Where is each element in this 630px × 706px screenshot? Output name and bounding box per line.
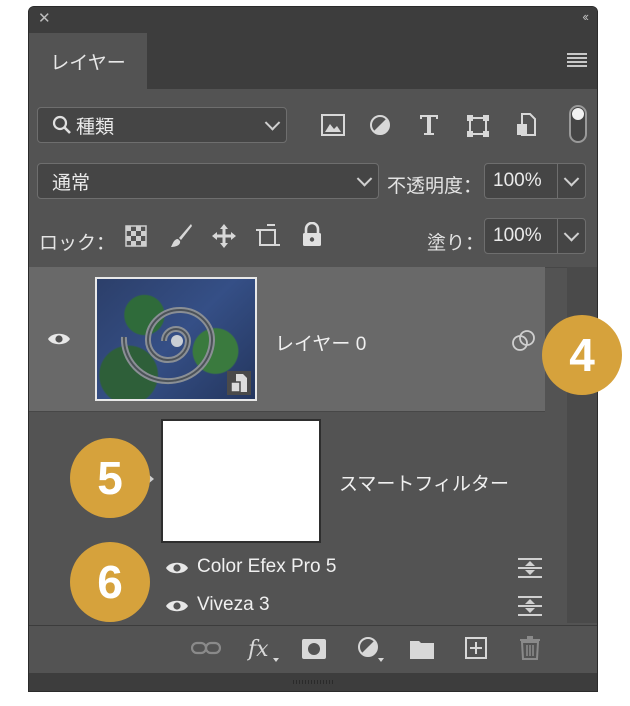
svg-text:fx: fx xyxy=(247,637,269,662)
fill-label: 塗り： xyxy=(427,233,485,254)
lock-transparent-pixels-icon[interactable] xyxy=(125,225,147,247)
smart-object-filter-icon[interactable] xyxy=(515,113,537,137)
opacity-field[interactable]: 100% xyxy=(484,163,586,199)
eye-visibility-icon[interactable] xyxy=(165,599,189,613)
new-adjustment-layer-icon[interactable] xyxy=(357,636,385,664)
blending-options-icon[interactable] xyxy=(517,595,543,617)
chevron-down-icon[interactable] xyxy=(563,226,580,242)
panel-menu-icon[interactable] xyxy=(567,53,587,67)
filter-type-select[interactable]: 種類 xyxy=(37,107,287,143)
callout-badge-5: 5 xyxy=(70,438,150,518)
smart-filter-label[interactable]: スマートフィルター xyxy=(339,469,509,496)
filter-item-name: Color Efex Pro 5 xyxy=(197,556,337,577)
close-icon[interactable]: ✕ xyxy=(38,9,51,27)
filter-item-name: Viveza 3 xyxy=(197,594,270,615)
divider xyxy=(29,411,545,412)
toggle-knob xyxy=(572,108,584,120)
panel-title-bar: ✕ ‹‹ xyxy=(29,7,597,29)
new-layer-icon[interactable] xyxy=(465,637,487,659)
lock-position-move-icon[interactable] xyxy=(211,223,237,249)
smart-filter-options-icon[interactable] xyxy=(511,330,537,352)
chevron-down-icon xyxy=(356,171,373,187)
layer-thumbnail[interactable] xyxy=(95,277,257,401)
shape-layer-filter-icon[interactable] xyxy=(466,114,490,138)
bottom-toolbar: fx xyxy=(29,625,597,674)
layer-name[interactable]: レイヤー 0 xyxy=(275,329,366,356)
smart-filter-mask-thumbnail[interactable] xyxy=(161,419,321,543)
fill-field[interactable]: 100% xyxy=(484,218,586,254)
resize-grip[interactable] xyxy=(29,673,597,691)
fill-dropdown-divider xyxy=(557,219,558,253)
tab-bar: レイヤー xyxy=(29,29,597,89)
add-mask-icon[interactable] xyxy=(301,638,327,660)
tab-layers[interactable]: レイヤー xyxy=(29,33,147,89)
blend-mode-select[interactable]: 通常 xyxy=(37,163,379,199)
lock-image-pixels-brush-icon[interactable] xyxy=(169,223,193,249)
lock-label: ロック： xyxy=(39,233,116,254)
fill-value: 100% xyxy=(493,225,542,246)
chevron-down-icon[interactable] xyxy=(563,171,580,187)
new-group-folder-icon[interactable] xyxy=(409,638,435,660)
layer-row-layer-0[interactable]: レイヤー 0 xyxy=(29,267,545,411)
smart-object-badge-icon xyxy=(227,371,251,395)
chevron-down-icon xyxy=(264,115,281,131)
type-layer-filter-icon[interactable] xyxy=(418,113,440,137)
eye-visibility-icon[interactable] xyxy=(47,332,71,346)
layer-style-fx-icon[interactable]: fx xyxy=(247,634,279,664)
blending-options-icon[interactable] xyxy=(517,557,543,579)
opacity-label: 不透明度： xyxy=(387,176,483,197)
lock-all-icon[interactable] xyxy=(301,222,323,248)
opacity-value: 100% xyxy=(493,170,542,191)
callout-badge-4: 4 xyxy=(542,315,622,395)
adjustment-layer-filter-icon[interactable] xyxy=(369,114,391,136)
filter-type-label: 種類 xyxy=(76,116,115,138)
filter-toggle-switch[interactable] xyxy=(569,105,587,143)
search-icon xyxy=(52,115,71,134)
collapse-icon[interactable]: ‹‹ xyxy=(582,9,589,24)
blend-mode-label: 通常 xyxy=(52,172,91,194)
eye-visibility-icon[interactable] xyxy=(165,561,189,575)
link-layers-icon[interactable] xyxy=(191,640,221,656)
lock-artboard-icon[interactable] xyxy=(255,223,281,249)
pixel-layer-filter-icon[interactable] xyxy=(321,114,345,136)
opacity-dropdown-divider xyxy=(557,164,558,198)
delete-layer-trash-icon[interactable] xyxy=(519,636,541,660)
callout-badge-6: 6 xyxy=(70,542,150,622)
